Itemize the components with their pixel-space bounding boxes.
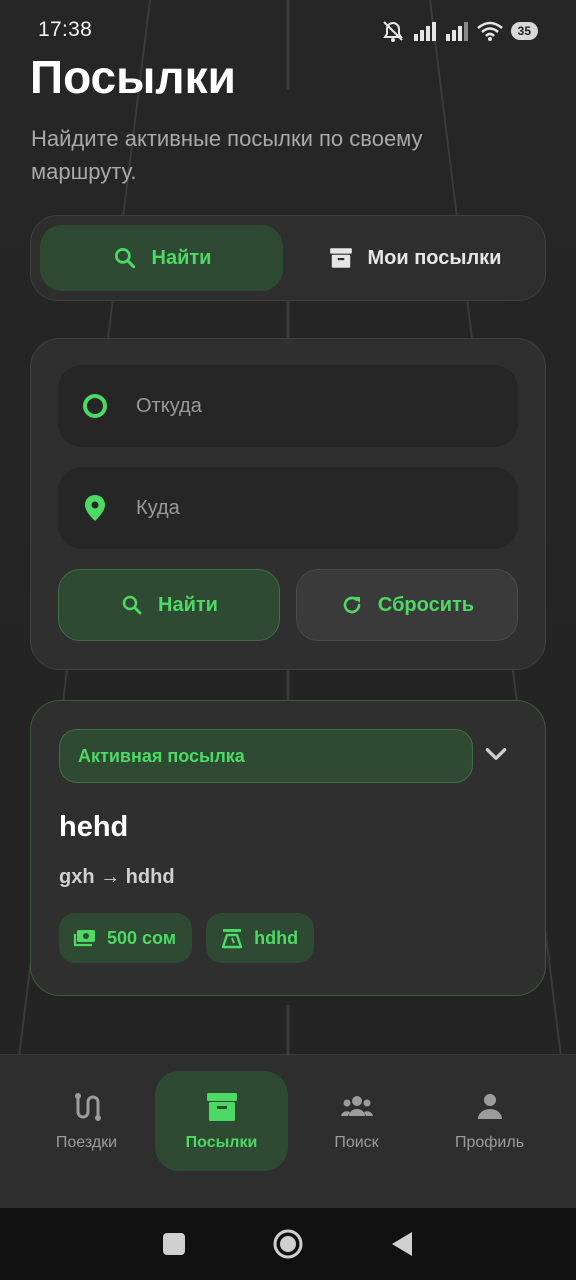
bottom-nav: Поездки Посылки Поиск Профиль [0,1054,576,1208]
page-title: Посылки [30,51,236,103]
nav-item-trips[interactable]: Поездки [20,1071,153,1171]
recents-square-icon[interactable] [162,1232,186,1256]
page-subtitle: Найдите активные посылки по своему маршр… [31,126,423,184]
screen: 17:38 35 Посылки Найдите активные посылк… [0,0,576,1280]
segment-tabs: Найти Мои посылки [30,215,546,301]
tab-find[interactable]: Найти [40,225,283,291]
scale-icon [221,929,243,949]
origin-circle-icon [80,391,110,421]
weight-chip: hdhd [206,913,315,963]
nav-item-parcels[interactable]: Посылки [155,1071,288,1171]
search-card: Найти Сбросить [30,338,546,670]
tab-my-parcels-label: Мои посылки [367,246,502,269]
tab-my-parcels[interactable]: Мои посылки [293,225,536,291]
archive-box-icon [206,1093,237,1121]
parcel-route: gxh → hdhd [59,866,175,888]
find-button-label: Найти [158,593,218,616]
parcel-title: hehd [59,811,129,843]
find-button[interactable]: Найти [58,569,280,641]
nav-item-search[interactable]: Поиск [290,1071,423,1171]
cash-icon [73,930,95,947]
parcel-chips: 500 сом hdhd [59,913,517,963]
mute-icon [382,21,403,42]
price-value: 500 сом [107,927,177,948]
people-icon [340,1096,373,1116]
wifi-icon [476,21,503,41]
signal-icon [413,22,436,41]
nav-item-parcels-label: Посылки [185,1134,258,1151]
archive-box-icon [329,248,352,268]
system-nav-bar [0,1208,576,1280]
to-input[interactable] [136,496,476,520]
nav-item-trips-label: Поездки [55,1134,118,1151]
to-field[interactable] [58,467,518,549]
search-icon [122,595,142,615]
search-actions: Найти Сбросить [58,569,518,641]
from-input[interactable] [136,394,476,418]
nav-item-profile-label: Профиль [454,1134,525,1151]
route-icon [74,1093,101,1121]
reset-button-label: Сбросить [377,593,475,616]
back-triangle-icon[interactable] [390,1231,414,1257]
reset-button[interactable]: Сбросить [296,569,518,641]
search-icon [114,247,135,269]
from-field[interactable] [58,365,518,447]
refresh-icon [343,596,361,614]
nav-item-search-label: Поиск [334,1134,379,1151]
nav-item-profile[interactable]: Профиль [423,1071,556,1171]
signal-icon [445,22,468,41]
chevron-down-icon[interactable] [483,741,509,767]
home-circle-icon[interactable] [272,1228,304,1260]
status-badge: Активная посылка [59,729,473,783]
parcel-card[interactable]: Активная посылка hehd gxh → hdhd 500 сом [30,700,546,996]
person-icon [477,1094,502,1119]
location-pin-icon [80,493,110,523]
tab-find-label: Найти [151,246,212,269]
status-time: 17:38 [38,18,93,41]
weight-value: hdhd [254,927,299,948]
status-icons: 35 [381,20,538,42]
price-chip: 500 сом [59,913,193,963]
battery-indicator: 35 [510,22,538,40]
